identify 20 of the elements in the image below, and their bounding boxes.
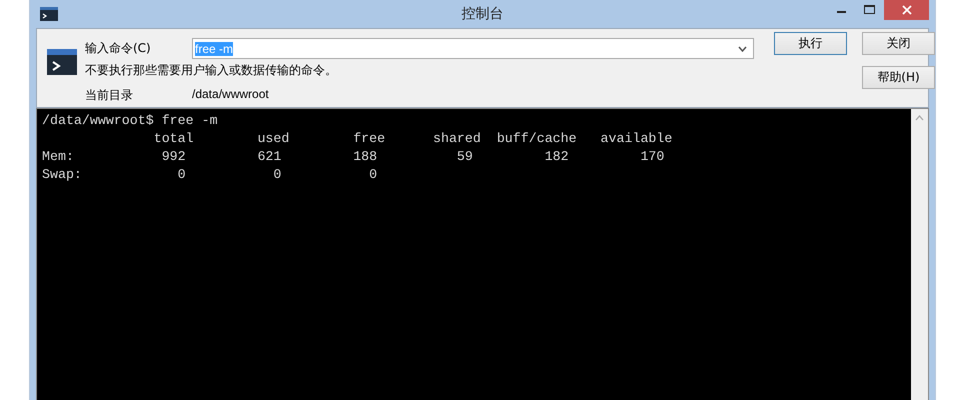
scroll-up-icon — [915, 115, 924, 121]
dialog-button[interactable]: 关闭 — [862, 32, 935, 55]
window-title: 控制台 — [462, 5, 504, 23]
warning-text: 不要执行那些需要用户输入或数据传输的命令。 — [85, 62, 338, 79]
terminal-icon — [47, 49, 77, 75]
dropdown-icon — [738, 46, 747, 52]
directory-value: /data/wwwroot — [192, 87, 269, 103]
terminal-line: Swap: 0 0 0 — [42, 167, 378, 182]
directory-label: 当前目录 — [85, 87, 134, 104]
terminal-line: Mem: 992 621 188 59 182 170 — [42, 149, 664, 164]
dialog-button[interactable]: 帮助(H) — [862, 66, 935, 89]
terminal-icon — [40, 7, 58, 21]
command-label: 输入命令(C) — [85, 40, 152, 57]
dialog-button[interactable]: 执行 — [774, 32, 847, 55]
terminal-line: total used free shared buff/cache available — [152, 131, 672, 146]
close-icon — [902, 5, 912, 15]
maximize-icon — [864, 5, 876, 15]
close-button[interactable] — [884, 0, 929, 20]
terminal-line: /data/wwwroot$ free -m — [42, 113, 218, 128]
scrollbar[interactable] — [911, 109, 928, 400]
